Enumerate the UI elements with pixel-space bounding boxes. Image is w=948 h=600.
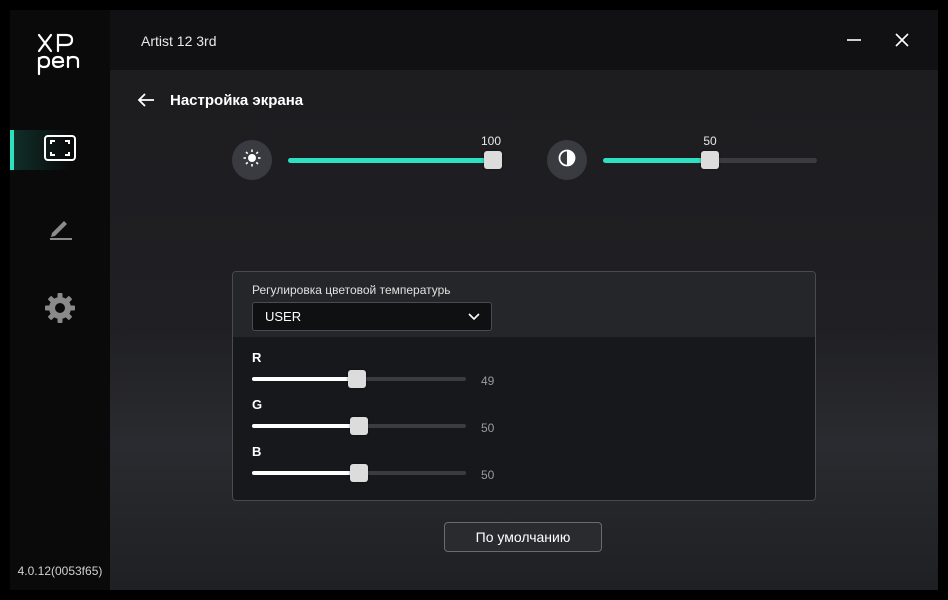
brightness-thumb[interactable] bbox=[484, 151, 502, 169]
close-icon bbox=[895, 33, 909, 47]
green-fill bbox=[252, 424, 359, 428]
display-fullscreen-icon bbox=[44, 134, 76, 166]
green-slider[interactable] bbox=[252, 417, 466, 435]
sidebar-item-settings[interactable] bbox=[10, 290, 110, 330]
contrast-icon bbox=[558, 149, 576, 172]
select-value: USER bbox=[265, 309, 302, 324]
page-title: Настройка экрана bbox=[170, 91, 304, 109]
channel-label-b: B bbox=[252, 444, 262, 459]
close-button[interactable] bbox=[890, 28, 914, 52]
main-panel: Artist 12 3rd Настройка экрана 100 50 Ре… bbox=[110, 10, 938, 590]
green-value: 50 bbox=[481, 421, 495, 435]
gear-icon bbox=[44, 292, 76, 329]
minimize-button[interactable] bbox=[842, 28, 866, 52]
blue-thumb[interactable] bbox=[350, 464, 368, 482]
color-temperature-header: Регулировка цветовой температурь USER bbox=[233, 272, 815, 337]
sidebar-item-pen[interactable] bbox=[10, 210, 110, 250]
sidebar-item-display[interactable] bbox=[10, 130, 110, 170]
red-fill bbox=[252, 377, 357, 381]
brightness-fill bbox=[288, 158, 502, 163]
app-title: Artist 12 3rd bbox=[141, 33, 217, 49]
color-temperature-select[interactable]: USER bbox=[252, 302, 492, 331]
app-window: 4.0.12(0053f65) Artist 12 3rd Настройка … bbox=[10, 10, 938, 590]
channel-label-g: G bbox=[252, 397, 263, 412]
minimize-icon bbox=[847, 39, 861, 41]
xppen-logo bbox=[36, 32, 82, 78]
green-thumb[interactable] bbox=[350, 417, 368, 435]
app-version: 4.0.12(0053f65) bbox=[17, 564, 103, 578]
blue-fill bbox=[252, 471, 359, 475]
brightness-button[interactable] bbox=[232, 140, 272, 180]
chevron-down-icon bbox=[467, 310, 481, 324]
pen-icon bbox=[47, 215, 73, 246]
contrast-slider[interactable] bbox=[603, 151, 817, 169]
red-thumb[interactable] bbox=[348, 370, 366, 388]
red-slider[interactable] bbox=[252, 370, 466, 388]
color-temperature-label: Регулировка цветовой температурь bbox=[252, 283, 451, 297]
brightness-slider[interactable] bbox=[288, 151, 502, 169]
reset-default-button[interactable]: По умолчанию bbox=[444, 522, 602, 552]
page-header: Настройка экрана bbox=[136, 90, 303, 110]
color-temperature-panel: Регулировка цветовой температурь USER R … bbox=[232, 271, 816, 501]
blue-value: 50 bbox=[481, 468, 495, 482]
sun-icon bbox=[243, 149, 261, 172]
blue-slider[interactable] bbox=[252, 464, 466, 482]
contrast-fill bbox=[603, 158, 710, 163]
red-value: 49 bbox=[481, 374, 495, 388]
brightness-value: 100 bbox=[480, 134, 502, 148]
contrast-value: 50 bbox=[703, 134, 717, 148]
channel-label-r: R bbox=[252, 350, 262, 365]
title-bar: Artist 12 3rd bbox=[110, 10, 938, 70]
back-arrow-icon[interactable] bbox=[136, 90, 156, 110]
contrast-button[interactable] bbox=[547, 140, 587, 180]
contrast-thumb[interactable] bbox=[701, 151, 719, 169]
sidebar: 4.0.12(0053f65) bbox=[10, 10, 110, 590]
